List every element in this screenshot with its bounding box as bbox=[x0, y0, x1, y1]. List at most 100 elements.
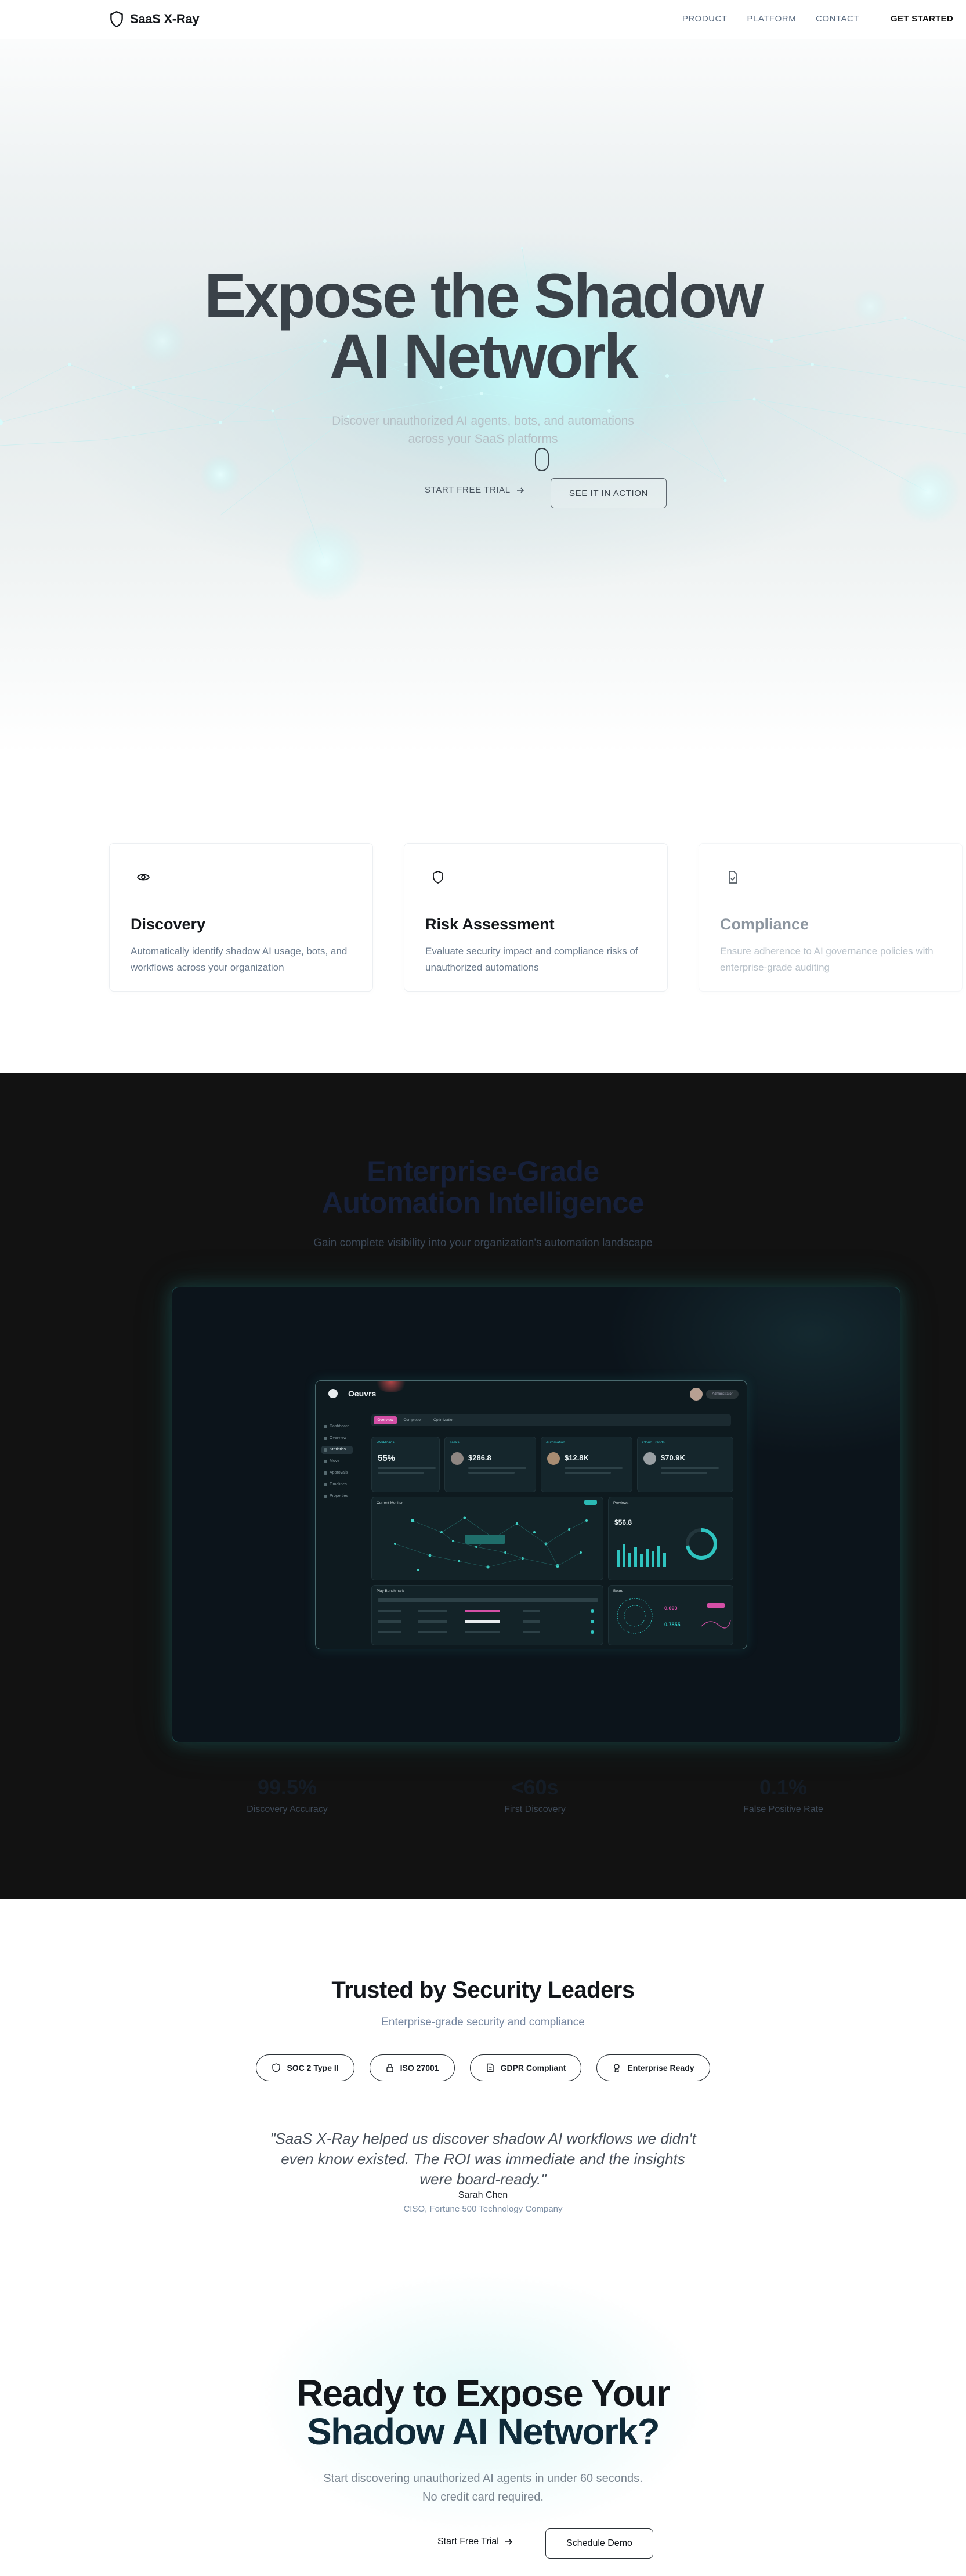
dashboard-title: Oeuvrs bbox=[348, 1389, 377, 1398]
landing-page: SaaS X-Ray PRODUCT PLATFORM CONTACT GET … bbox=[0, 0, 966, 2576]
kpi-card: Workloads 55% bbox=[371, 1437, 440, 1492]
sidebar-item[interactable]: Dashboard bbox=[321, 1423, 353, 1431]
start-free-trial-link[interactable]: START FREE TRIAL bbox=[425, 485, 524, 495]
testimonial-role: CISO, Fortune 500 Technology Company bbox=[403, 2204, 563, 2214]
trust-section: Trusted by Security Leaders Enterprise-g… bbox=[0, 1899, 966, 2228]
feature-description: Automatically identify shadow AI usage, … bbox=[131, 946, 348, 973]
dashboard-tab[interactable]: Optimization bbox=[429, 1416, 458, 1424]
dashboard-tab[interactable]: Overview bbox=[374, 1416, 397, 1424]
sidebar-item[interactable]: Timelines bbox=[321, 1481, 353, 1489]
stat-label: False Positive Rate bbox=[743, 1804, 823, 1814]
sidebar-item[interactable]: Properties bbox=[321, 1492, 353, 1500]
kpi-label: Tasks bbox=[450, 1441, 460, 1445]
hero-title-line1: Expose the Shadow bbox=[204, 261, 764, 331]
avatar bbox=[643, 1452, 656, 1465]
kpi-card: Tasks $286.8 bbox=[444, 1437, 536, 1492]
document-icon bbox=[486, 2063, 494, 2072]
badge-label: Enterprise Ready bbox=[627, 2063, 694, 2072]
trust-subtitle: Enterprise-grade security and compliance bbox=[381, 2016, 585, 2028]
badge-iso27001: ISO 27001 bbox=[369, 2054, 455, 2081]
sidebar-item[interactable]: Overview bbox=[321, 1434, 353, 1442]
feature-card-risk-assessment: Risk Assessment Evaluate security impact… bbox=[404, 843, 668, 992]
kpi-detail bbox=[565, 1467, 623, 1469]
network-background bbox=[0, 243, 966, 602]
stat-label: Discovery Accuracy bbox=[247, 1804, 328, 1814]
stat-discovery-accuracy: 99.5% Discovery Accuracy bbox=[200, 1775, 374, 1815]
testimonial-quote: "SaaS X-Ray helped us discover shadow AI… bbox=[270, 2130, 696, 2188]
nav-link-product[interactable]: PRODUCT bbox=[682, 14, 728, 24]
kpi-value: $70.9K bbox=[661, 1453, 685, 1462]
document-check-icon bbox=[729, 871, 737, 884]
kpi-value: $286.8 bbox=[468, 1453, 491, 1462]
trust-title: Trusted by Security Leaders bbox=[331, 1977, 635, 2003]
feature-description: Ensure adherence to AI governance polici… bbox=[720, 946, 934, 973]
kpi-value: 55% bbox=[378, 1453, 396, 1463]
stat-false-positive-rate: 0.1% False Positive Rate bbox=[696, 1775, 870, 1815]
lock-icon bbox=[386, 2064, 393, 2072]
glow-accent bbox=[374, 1381, 408, 1392]
user-chip[interactable]: Administrator bbox=[706, 1390, 739, 1399]
shield-icon bbox=[433, 871, 443, 884]
nav-links: PRODUCT PLATFORM CONTACT GET STARTED bbox=[682, 14, 953, 24]
kpi-label: Cloud Trends bbox=[642, 1441, 665, 1445]
hero-section: Expose the Shadow AI Network Discover un… bbox=[0, 39, 966, 754]
stat-value: <60s bbox=[511, 1775, 559, 1799]
intelligence-title: Enterprise-Grade Automation Intelligence bbox=[0, 1156, 966, 1218]
arrow-right-icon bbox=[516, 487, 524, 493]
arrow-right-icon bbox=[505, 2539, 512, 2545]
kpi-card: Automation $12.8K bbox=[541, 1437, 632, 1492]
feature-card-discovery: Discovery Automatically identify shadow … bbox=[109, 843, 373, 992]
kpi-detail bbox=[661, 1472, 707, 1474]
dashboard-preview[interactable]: Oeuvrs Administrator Dashboard Overview … bbox=[315, 1380, 747, 1649]
get-started-button[interactable]: GET STARTED bbox=[891, 14, 953, 24]
kpi-detail bbox=[565, 1472, 611, 1474]
start-free-trial-button[interactable]: Start Free Trial bbox=[437, 2537, 513, 2547]
kpi-detail bbox=[378, 1467, 436, 1469]
badge-icon bbox=[614, 2064, 620, 2072]
previews-panel: Previews $56.8 bbox=[608, 1497, 733, 1580]
schedule-demo-button[interactable]: Schedule Demo bbox=[545, 2528, 653, 2559]
hero-subtitle: Discover unauthorized AI agents, bots, a… bbox=[332, 414, 634, 446]
feature-title: Compliance bbox=[720, 916, 809, 933]
features-section: Discovery Automatically identify shadow … bbox=[0, 754, 966, 1073]
previews-chart bbox=[617, 1528, 717, 1567]
feature-description: Evaluate security impact and compliance … bbox=[425, 946, 638, 973]
cta-subtitle-line2: No credit card required. bbox=[422, 2491, 544, 2503]
stat-value: 0.1% bbox=[759, 1775, 808, 1799]
sidebar-item[interactable]: Statistics bbox=[321, 1446, 353, 1454]
intelligence-title-line1: Enterprise-Grade bbox=[367, 1155, 599, 1188]
kpi-detail bbox=[468, 1467, 526, 1469]
hero-title: Expose the Shadow AI Network bbox=[0, 261, 966, 391]
nav-link-contact[interactable]: CONTACT bbox=[816, 14, 859, 24]
sidebar-item[interactable]: Approvals bbox=[321, 1469, 353, 1477]
brand[interactable]: SaaS X-Ray bbox=[109, 10, 200, 28]
kpi-detail bbox=[378, 1472, 424, 1474]
avatar bbox=[451, 1452, 464, 1465]
shield-icon bbox=[272, 2063, 281, 2072]
eye-icon bbox=[136, 874, 150, 881]
benchmark-table bbox=[378, 1598, 598, 1634]
board-value: 0.7855 bbox=[664, 1622, 681, 1627]
intelligence-section: Enterprise-Grade Automation Intelligence… bbox=[0, 1073, 966, 1899]
dashboard-tab[interactable]: Completion bbox=[400, 1416, 426, 1424]
sidebar-item[interactable]: Move bbox=[321, 1457, 353, 1466]
cta-section: Ready to Expose Your Shadow AI Network? … bbox=[0, 2228, 966, 2576]
kpi-card: Cloud Trends $70.9K bbox=[637, 1437, 733, 1492]
kpi-label: Workloads bbox=[377, 1441, 395, 1445]
badge-soc2: SOC 2 Type II bbox=[256, 2054, 354, 2081]
badge-label: ISO 27001 bbox=[400, 2063, 439, 2072]
cta-title: Ready to Expose Your Shadow AI Network? bbox=[0, 2374, 966, 2451]
kpi-value: $12.8K bbox=[565, 1453, 589, 1462]
avatar[interactable] bbox=[690, 1388, 703, 1401]
feature-title: Discovery bbox=[131, 916, 206, 933]
intelligence-subtitle: Gain complete visibility into your organ… bbox=[313, 1237, 653, 1249]
intelligence-title-line2: Automation Intelligence bbox=[321, 1186, 645, 1219]
kpi-detail bbox=[468, 1472, 515, 1474]
hero-title-line2: AI Network bbox=[329, 321, 639, 391]
see-it-in-action-button[interactable]: SEE IT IN ACTION bbox=[551, 478, 667, 508]
nav-link-platform[interactable]: PLATFORM bbox=[747, 14, 797, 24]
badge-label: GDPR Compliant bbox=[500, 2063, 566, 2072]
badge-enterprise: Enterprise Ready bbox=[596, 2054, 710, 2081]
testimonial-author: Sarah Chen bbox=[458, 2190, 508, 2200]
start-free-trial-label: Start Free Trial bbox=[437, 2537, 499, 2546]
